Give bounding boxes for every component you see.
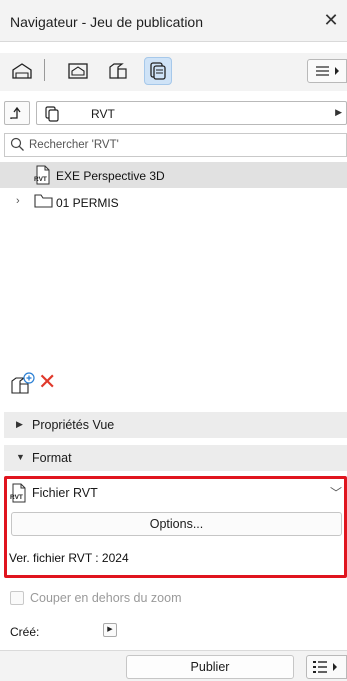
navigator-toolbar <box>0 53 347 91</box>
go-up-button[interactable] <box>4 101 30 125</box>
title-bar: Navigateur - Jeu de publication ✕ <box>0 0 347 42</box>
close-icon[interactable]: ✕ <box>321 10 341 30</box>
list-menu-icon <box>313 661 337 673</box>
panel-label: Format <box>32 451 72 465</box>
search-input[interactable] <box>29 137 329 153</box>
panel-format[interactable]: ▼ Format <box>4 445 347 471</box>
layout-book-icon[interactable] <box>104 57 132 85</box>
folder-icon <box>34 192 54 213</box>
add-view-icon[interactable] <box>10 372 36 397</box>
path-label: RVT <box>91 107 115 121</box>
tree-actions: ✕ <box>0 370 347 400</box>
chevron-right-icon: ▶ <box>335 107 342 117</box>
hamburger-menu-button[interactable] <box>307 59 347 83</box>
tree-item-label: EXE Perspective 3D <box>56 169 165 183</box>
arrow-up-icon <box>10 106 21 119</box>
panel-label: Propriétés Vue <box>32 418 115 432</box>
publisher-set-icon <box>45 106 59 125</box>
publisher-sets-icon[interactable] <box>144 57 172 85</box>
bottom-bar: Publier <box>0 650 347 681</box>
file-type-select[interactable]: RVT Fichier RVT ﹀ <box>7 481 344 505</box>
crop-checkbox[interactable] <box>10 591 24 605</box>
format-highlight-box: RVT Fichier RVT ﹀ Options... Ver. fichie… <box>4 476 347 578</box>
options-button[interactable]: Options... <box>11 512 342 536</box>
expanded-triangle-icon: ▼ <box>16 452 25 462</box>
window-title: Navigateur - Jeu de publication <box>10 14 204 30</box>
cree-row: Créé: ▶ <box>10 622 210 642</box>
chevron-down-icon: ﹀ <box>329 486 342 500</box>
hamburger-menu-icon <box>316 66 339 76</box>
svg-text:RVT: RVT <box>10 494 23 501</box>
search-box <box>4 133 347 157</box>
delete-icon[interactable]: ✕ <box>38 370 56 394</box>
rvt-file-icon: RVT <box>34 165 52 188</box>
tree-item-01-permis[interactable]: › 01 PERMIS <box>0 189 347 215</box>
toolbar-divider <box>44 59 45 81</box>
tree-item-exe-perspective[interactable]: RVT EXE Perspective 3D <box>0 162 347 188</box>
search-icon <box>10 137 25 155</box>
publisher-tree: RVT EXE Perspective 3D › 01 PERMIS <box>0 162 347 362</box>
crop-label: Couper en dehors du zoom <box>30 591 182 605</box>
project-map-icon[interactable] <box>8 57 36 85</box>
list-options-button[interactable] <box>306 655 347 679</box>
version-label: Ver. fichier RVT : 2024 <box>9 551 129 565</box>
view-map-icon[interactable] <box>64 57 92 85</box>
rvt-file-icon: RVT <box>9 483 29 506</box>
path-selector[interactable]: RVT ▶ <box>36 101 347 125</box>
collapsed-triangle-icon: ▶ <box>16 419 23 429</box>
cree-label: Créé: <box>10 625 40 639</box>
svg-text:RVT: RVT <box>34 176 47 183</box>
file-type-label: Fichier RVT <box>32 486 98 500</box>
panel-proprietes-vue[interactable]: ▶ Propriétés Vue <box>4 412 347 438</box>
chevron-right-icon[interactable]: › <box>16 195 20 207</box>
publish-button[interactable]: Publier <box>126 655 294 679</box>
tree-item-label: 01 PERMIS <box>56 196 119 210</box>
cree-expand-button[interactable]: ▶ <box>103 623 117 637</box>
path-bar: RVT ▶ <box>4 101 347 125</box>
